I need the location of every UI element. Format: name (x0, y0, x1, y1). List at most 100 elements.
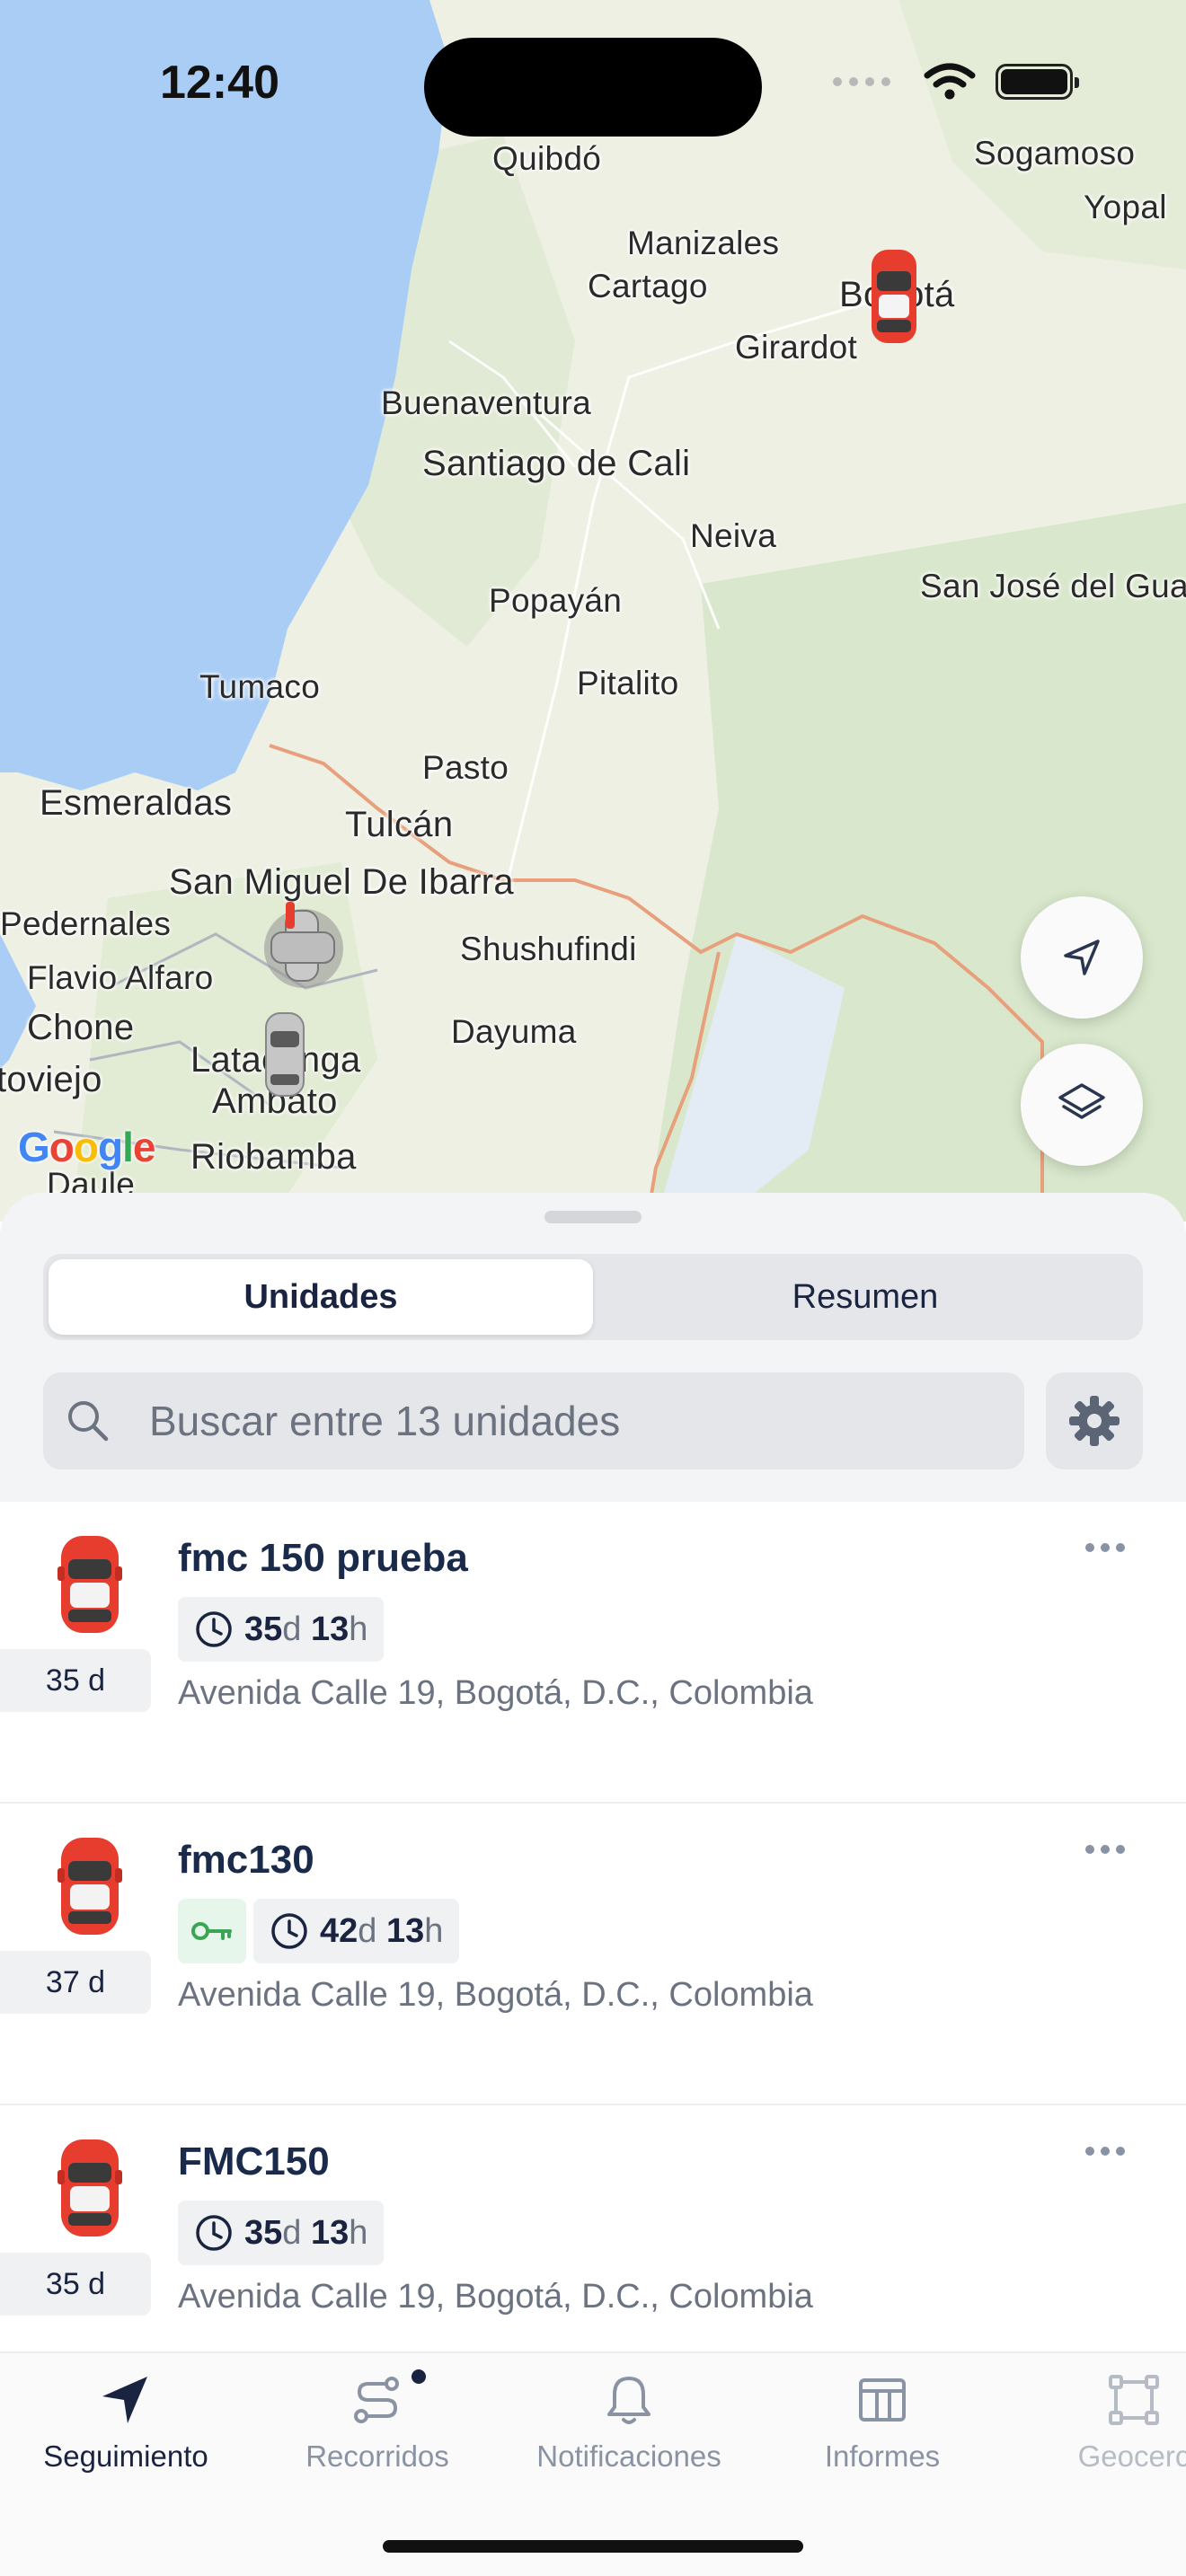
clock-icon (271, 1913, 307, 1949)
unit-list[interactable]: 35 d fmc 150 prueba 35d 13h Avenida Call… (0, 1502, 1186, 2351)
car-icon (58, 2139, 122, 2236)
navigation-arrow-icon (102, 2377, 147, 2423)
unit-address: Avenida Calle 19, Bogotá, D.C., Colombia (178, 1976, 813, 2014)
days-unit: d (282, 2213, 302, 2252)
unit-age-badge: 35 d (0, 1649, 151, 1712)
unit-name: FMC150 (178, 2139, 330, 2183)
city-label: Popayán (489, 582, 623, 619)
search-placeholder: Buscar entre 13 unidades (149, 1398, 621, 1444)
city-label: Buenaventura (381, 384, 592, 421)
sheet-grabber[interactable] (544, 1211, 642, 1223)
google-logo: Google (18, 1124, 155, 1170)
tab-notificaciones[interactable]: Notificaciones (521, 2371, 737, 2474)
wifi-icon (924, 63, 976, 100)
car-icon (58, 1838, 122, 1935)
inactive-time-chip: 35d 13h (178, 2201, 385, 2265)
unit-row[interactable]: 35 d fmc 150 prueba 35d 13h Avenida Call… (0, 1502, 1186, 1804)
locate-button[interactable] (1021, 896, 1143, 1019)
unit-age-badge: 35 d (0, 2253, 151, 2316)
tab-label: Recorridos (305, 2439, 449, 2473)
city-label: Girardot (735, 329, 858, 366)
city-label: toviejo (0, 1060, 102, 1099)
clock-icon (196, 2215, 232, 2251)
map-view[interactable]: Quibdó Sogamoso Yopal Manizales Cartago … (0, 0, 1186, 1222)
unit-row[interactable]: 35 d FMC150 35d 13h Avenida Calle 19, Bo… (0, 2105, 1186, 2351)
city-label: Pitalito (577, 665, 679, 701)
days-value: 35 (244, 2213, 283, 2252)
layers-icon (1058, 1083, 1105, 1119)
city-label: Cartago (588, 268, 708, 304)
tab-label: Seguimiento (43, 2439, 208, 2473)
unit-name: fmc 150 prueba (178, 1536, 468, 1580)
tab-geocercas[interactable]: Geocerc (1026, 2371, 1186, 2474)
unit-address: Avenida Calle 19, Bogotá, D.C., Colombia (178, 1674, 813, 1712)
city-label: Santiago de Cali (422, 444, 691, 483)
dynamic-island (424, 38, 762, 137)
city-label: Sogamoso (974, 135, 1136, 172)
days-value: 42 (320, 1911, 358, 1950)
tab-label: Notificaciones (536, 2439, 721, 2473)
status-time: 12:40 (160, 57, 279, 109)
unit-address: Avenida Calle 19, Bogotá, D.C., Colombia (178, 2278, 813, 2316)
search-icon (68, 1401, 109, 1442)
table-icon (859, 2378, 906, 2422)
hours-value: 13 (310, 2213, 350, 2252)
city-label: Chone (27, 1008, 135, 1047)
home-indicator (383, 2540, 803, 2553)
inactive-time-chip: 42d 13h (253, 1899, 460, 1963)
city-label: Manizales (627, 225, 780, 261)
bell-icon (607, 2377, 651, 2424)
city-label: Neiva (690, 517, 777, 554)
tab-recorridos[interactable]: Recorridos (270, 2369, 485, 2474)
city-label: Esmeraldas (40, 783, 233, 823)
battery-icon (996, 64, 1079, 100)
hours-value: 13 (310, 1610, 350, 1648)
tab-unidades[interactable]: Unidades (49, 1259, 593, 1335)
status-icons (832, 63, 1079, 101)
more-options-icon[interactable] (1085, 2147, 1125, 2156)
car-cluster-marker-icon[interactable] (259, 900, 349, 990)
car-icon (58, 1536, 122, 1633)
signal-dots-icon (833, 77, 890, 86)
ignition-key-chip (178, 1899, 246, 1963)
map-layers-button[interactable] (1021, 1044, 1143, 1166)
city-label: San José del Gua (920, 568, 1186, 604)
settings-button[interactable] (1046, 1372, 1143, 1469)
key-icon (191, 1922, 232, 1940)
tab-informes[interactable]: Informes (774, 2371, 990, 2474)
hours-unit: h (349, 2213, 368, 2252)
geofence-icon (1109, 2375, 1159, 2425)
days-unit: d (358, 1911, 377, 1950)
city-label: Pasto (422, 749, 509, 786)
city-label: Flavio Alfaro (27, 959, 214, 996)
clock-icon (196, 1611, 232, 1647)
city-label: Tulcán (345, 805, 454, 844)
city-label: Tumaco (199, 668, 321, 705)
car-marker-icon[interactable] (868, 248, 920, 345)
car-marker-icon[interactable] (262, 1011, 307, 1098)
navigation-arrow-icon (1064, 940, 1100, 975)
city-label: Riobamba (190, 1137, 357, 1177)
city-label: Shushufindi (460, 931, 637, 967)
more-options-icon[interactable] (1085, 1845, 1125, 1854)
search-input[interactable]: Buscar entre 13 unidades (43, 1372, 1024, 1469)
segmented-control[interactable]: Unidades Resumen (43, 1254, 1143, 1340)
gear-icon (1069, 1396, 1120, 1446)
notification-dot (412, 2369, 426, 2384)
city-label: Quibdó (492, 140, 602, 177)
days-unit: d (282, 1610, 302, 1648)
tab-label: Informes (824, 2439, 941, 2473)
tab-seguimiento[interactable]: Seguimiento (18, 2371, 234, 2474)
city-label: Pedernales (0, 905, 172, 942)
hours-value: 13 (385, 1911, 425, 1950)
unit-row[interactable]: 37 d fmc130 42d 13h Avenida Calle 19, Bo… (0, 1804, 1186, 2105)
route-icon (354, 2377, 399, 2423)
days-value: 35 (244, 1610, 283, 1648)
tab-resumen[interactable]: Resumen (593, 1259, 1137, 1335)
inactive-time-chip: 35d 13h (178, 1597, 385, 1662)
tab-label: Geocerc (1077, 2439, 1186, 2473)
city-label: Dayuma (451, 1013, 577, 1050)
city-label: Yopal (1084, 189, 1167, 225)
more-options-icon[interactable] (1085, 1543, 1125, 1552)
unit-age-badge: 37 d (0, 1951, 151, 2014)
